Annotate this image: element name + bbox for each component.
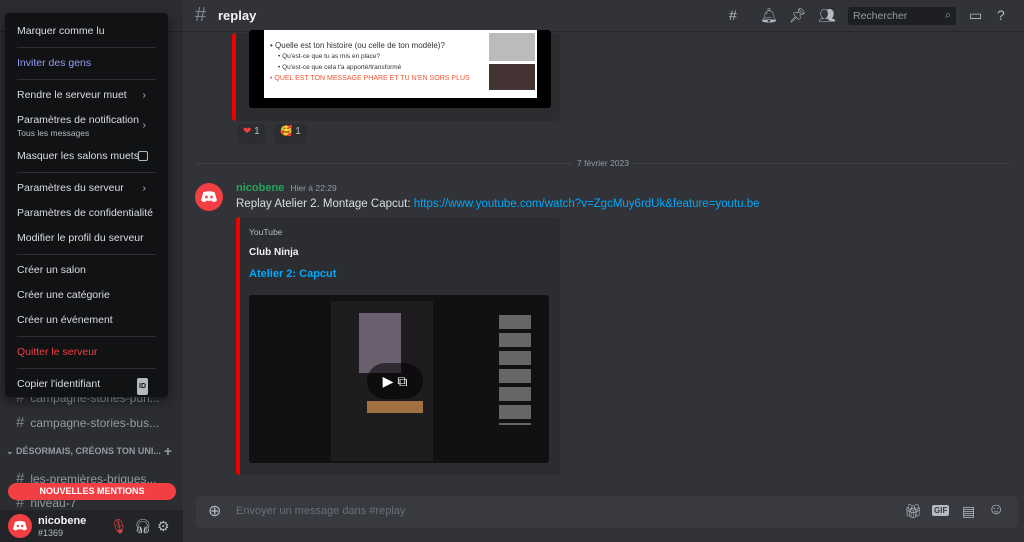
previous-embed: • Quelle est ton histoire (ou celle de t… bbox=[232, 30, 560, 121]
new-mentions-button[interactable]: NOUVELLES MENTIONS bbox=[8, 483, 176, 500]
threads-icon[interactable]: # bbox=[729, 7, 737, 23]
mic-muted-icon[interactable]: 🎙︎ bbox=[110, 518, 128, 535]
user-tag: #1369 bbox=[38, 528, 64, 538]
message-author[interactable]: nicobene bbox=[236, 182, 284, 194]
divider bbox=[17, 47, 156, 48]
emoji-icon[interactable]: ☺ bbox=[988, 501, 1004, 519]
members-icon[interactable]: 👥︎ bbox=[818, 7, 836, 24]
embed-title[interactable]: Atelier 2: Capcut bbox=[249, 268, 336, 280]
message-placeholder: Envoyer un message dans #replay bbox=[236, 505, 406, 517]
menu-item-hide-muted[interactable]: Masquer les salons muets bbox=[13, 144, 160, 169]
category-label: DÉSORMAIS, CRÉONS TON UNI... bbox=[16, 446, 161, 456]
reaction-smiling-hearts[interactable]: 🥰 1 bbox=[274, 124, 307, 144]
search-input[interactable]: Rechercher ⌕ bbox=[848, 7, 956, 25]
hash-icon: # bbox=[16, 414, 25, 431]
divider bbox=[17, 254, 156, 255]
inbox-icon[interactable]: ▭ bbox=[969, 7, 982, 24]
message-input[interactable]: ⊕ Envoyer un message dans #replay 🎁︎ GIF… bbox=[196, 496, 1018, 528]
divider bbox=[17, 336, 156, 337]
help-icon[interactable]: ? bbox=[997, 7, 1005, 23]
username: nicobene bbox=[38, 515, 87, 527]
settings-gear-icon[interactable]: ⚙ bbox=[157, 518, 170, 535]
category-header[interactable]: ⌄ DÉSORMAIS, CRÉONS TON UNI... + bbox=[6, 443, 178, 459]
divider bbox=[17, 172, 156, 173]
chevron-right-icon: › bbox=[142, 89, 147, 101]
hash-icon: # bbox=[195, 4, 207, 26]
id-badge-icon: ID bbox=[137, 378, 148, 395]
video-thumbnail[interactable]: • Quelle est ton histoire (ou celle de t… bbox=[249, 30, 551, 108]
reaction-heart[interactable]: ❤ 1 bbox=[237, 124, 266, 144]
checkbox[interactable] bbox=[138, 151, 148, 161]
channel-label: campagne-stories-bus... bbox=[30, 416, 160, 430]
menu-item-privacy[interactable]: Paramètres de confidentialité bbox=[13, 201, 160, 226]
divider bbox=[17, 79, 156, 80]
user-panel: nicobene #1369 🎙︎ 🎧︎ ⚙ bbox=[0, 510, 183, 542]
pin-icon[interactable]: 📌︎ bbox=[789, 7, 807, 24]
youtube-link[interactable]: https://www.youtube.com/watch?v=ZgcMuy6r… bbox=[414, 198, 760, 210]
divider bbox=[17, 368, 156, 369]
message-timestamp: Hier à 22:29 bbox=[290, 183, 337, 193]
discord-logo-icon bbox=[201, 191, 217, 202]
play-button[interactable]: ▶ ⧉ bbox=[367, 363, 423, 399]
embed-provider: YouTube bbox=[249, 227, 283, 237]
chevron-right-icon: › bbox=[142, 182, 147, 194]
headphones-icon[interactable]: 🎧︎ bbox=[134, 518, 152, 535]
menu-item-notification-settings[interactable]: Paramètres de notification Tous les messa… bbox=[13, 108, 160, 144]
menu-item-create-event[interactable]: Créer un événement bbox=[13, 308, 160, 333]
menu-item-server-settings[interactable]: Paramètres du serveur › bbox=[13, 176, 160, 201]
message-avatar[interactable] bbox=[195, 183, 223, 211]
discord-logo-icon bbox=[13, 521, 27, 531]
participant-list bbox=[499, 315, 531, 425]
search-icon: ⌕ bbox=[945, 9, 951, 21]
menu-item-leave-server[interactable]: Quitter le serveur bbox=[13, 340, 160, 365]
channel-title: replay bbox=[218, 8, 257, 23]
channel-item[interactable]: # campagne-stories-bus... bbox=[0, 410, 183, 432]
youtube-embed: YouTube Club Ninja Atelier 2: Capcut ▶ ⧉ bbox=[236, 217, 560, 475]
gift-icon[interactable]: 🎁︎ bbox=[904, 503, 922, 520]
video-thumbnail[interactable]: ▶ ⧉ bbox=[249, 295, 549, 463]
avatar[interactable] bbox=[8, 514, 32, 538]
timeline-clips bbox=[367, 401, 423, 413]
sticker-icon[interactable]: ▤ bbox=[962, 503, 975, 520]
chevron-right-icon: › bbox=[142, 119, 147, 131]
menu-item-edit-profile[interactable]: Modifier le profil du serveur bbox=[13, 226, 160, 251]
date-divider: 7 février 2023 bbox=[196, 158, 1010, 168]
message-header: nicobene Hier à 22:29 bbox=[236, 182, 337, 194]
participant-video bbox=[489, 64, 535, 90]
participant-video bbox=[489, 33, 535, 61]
add-channel-icon[interactable]: + bbox=[164, 443, 172, 459]
menu-item-copy-id[interactable]: Copier l'identifiant ID bbox=[13, 372, 160, 397]
menu-item-mute-server[interactable]: Rendre le serveur muet › bbox=[13, 83, 160, 108]
message-content: Replay Atelier 2. Montage Capcut: https:… bbox=[236, 198, 760, 210]
channel-header: # replay # 🔔︎ 📌︎ 👥︎ Rechercher ⌕ ▭ ? bbox=[183, 0, 1024, 32]
menu-item-invite[interactable]: Inviter des gens bbox=[13, 51, 160, 76]
menu-item-create-category[interactable]: Créer une catégorie bbox=[13, 283, 160, 308]
add-attachment-icon[interactable]: ⊕ bbox=[208, 501, 221, 521]
server-context-menu: Marquer comme lu Inviter des gens Rendre… bbox=[5, 13, 168, 397]
menu-item-create-channel[interactable]: Créer un salon bbox=[13, 258, 160, 283]
menu-item-mark-read[interactable]: Marquer comme lu bbox=[13, 19, 160, 44]
bell-icon[interactable]: 🔔︎ bbox=[760, 7, 778, 24]
embed-author[interactable]: Club Ninja bbox=[249, 247, 298, 258]
gif-icon[interactable]: GIF bbox=[932, 505, 950, 516]
